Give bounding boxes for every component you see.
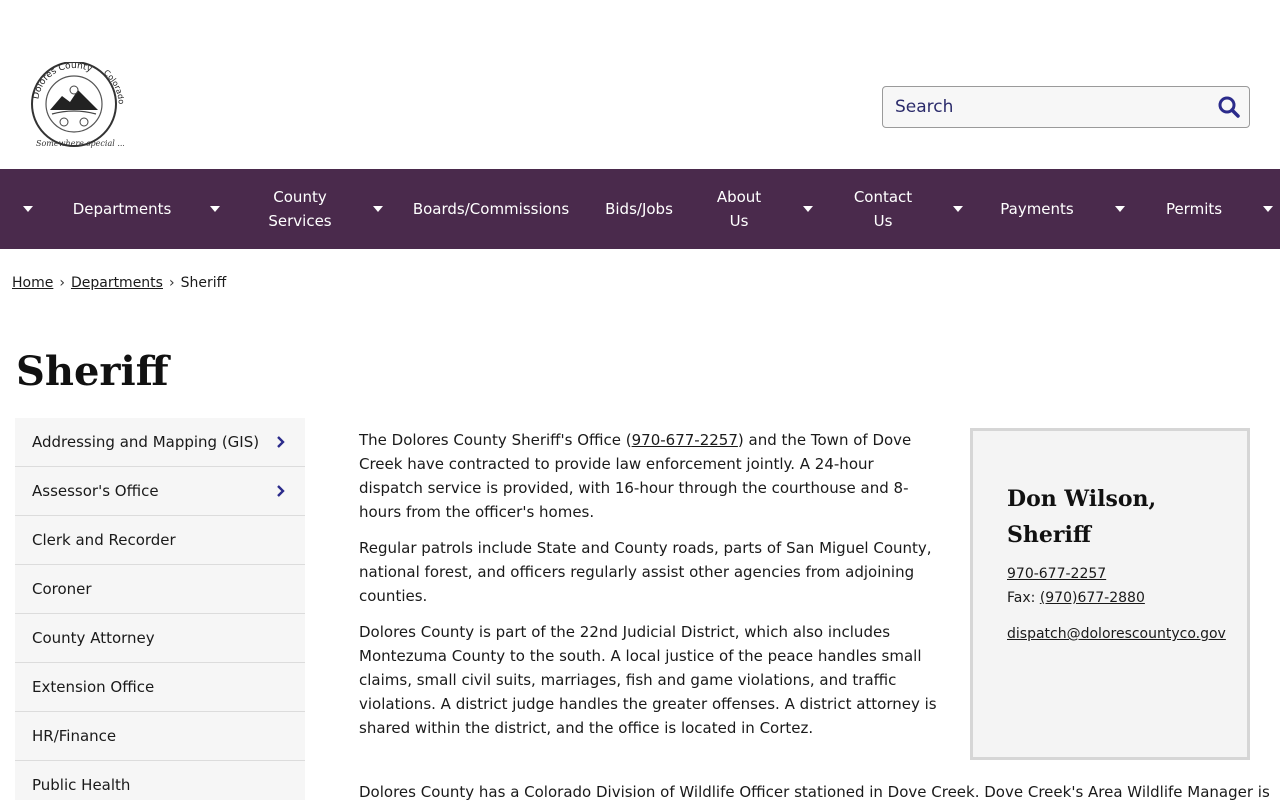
breadcrumb-separator: ›	[59, 275, 65, 291]
search-box	[882, 86, 1250, 128]
chevron-right-icon[interactable]	[275, 436, 287, 448]
nav-item-permits[interactable]: Permits	[1158, 169, 1230, 249]
sidebar-item-label: Extension Office	[32, 678, 155, 696]
content-paragraph: Dolores County is part of the 22nd Judic…	[359, 623, 937, 737]
sidebar-item-hr-finance[interactable]: HR/Finance	[15, 712, 305, 761]
contact-phone-link[interactable]: 970-677-2257	[1007, 566, 1106, 582]
nav-dropdown-arrow-icon[interactable]	[18, 169, 38, 249]
fax-label: Fax:	[1007, 590, 1040, 606]
paragraph-text: The Dolores County Sheriff's Office (	[359, 431, 632, 449]
sheriff-phone-link[interactable]: 970-677-2257	[632, 431, 738, 449]
sidebar-item-extension-office[interactable]: Extension Office	[15, 663, 305, 712]
page-title: Sheriff	[16, 348, 169, 395]
nav-dropdown-arrow-icon[interactable]	[798, 169, 818, 249]
sidebar-item-assessors-office[interactable]: Assessor's Office	[15, 467, 305, 516]
nav-item-boards-commissions[interactable]: Boards/Commissions	[410, 169, 572, 249]
nav-item-contact-us[interactable]: Contact Us	[846, 169, 920, 249]
search-input[interactable]	[883, 87, 1203, 127]
breadcrumb-departments[interactable]: Departments	[71, 275, 163, 291]
sidebar-item-label: Coroner	[32, 580, 92, 598]
sidebar-item-addressing-mapping[interactable]: Addressing and Mapping (GIS)	[15, 418, 305, 467]
sidebar-item-county-attorney[interactable]: County Attorney	[15, 614, 305, 663]
nav-dropdown-arrow-icon[interactable]	[368, 169, 388, 249]
search-button[interactable]	[1217, 95, 1241, 119]
sidebar-item-label: Addressing and Mapping (GIS)	[32, 433, 260, 451]
county-logo[interactable]: Dolores County Colorado Somewhere specia…	[28, 61, 126, 150]
sidebar-item-label: HR/Finance	[32, 727, 117, 745]
main-content: The Dolores County Sheriff's Office (970…	[359, 428, 939, 752]
county-seal-icon: Dolores County Colorado Somewhere specia…	[31, 61, 126, 148]
breadcrumb: Home › Departments › Sheriff	[12, 275, 226, 291]
sidebar-item-clerk-recorder[interactable]: Clerk and Recorder	[15, 516, 305, 565]
nav-dropdown-arrow-icon[interactable]	[205, 169, 225, 249]
content-paragraph: Dolores County has a Colorado Division o…	[359, 783, 1270, 800]
search-icon	[1218, 96, 1240, 118]
nav-dropdown-arrow-icon[interactable]	[1110, 169, 1130, 249]
chevron-right-icon[interactable]	[275, 485, 287, 497]
breadcrumb-current: Sheriff	[180, 275, 227, 291]
nav-dropdown-arrow-icon[interactable]	[1258, 169, 1278, 249]
sidebar-nav: Addressing and Mapping (GIS) Assessor's …	[15, 418, 305, 800]
sidebar-item-label: County Attorney	[32, 629, 155, 647]
sidebar-item-label: Public Health	[32, 776, 131, 794]
breadcrumb-home[interactable]: Home	[12, 275, 53, 291]
logo-tagline: Somewhere special ...	[36, 139, 124, 148]
contact-fax-link[interactable]: (970)677-2880	[1040, 590, 1145, 606]
site-header: Dolores County Colorado Somewhere specia…	[0, 0, 1280, 169]
nav-item-about-us[interactable]: About Us	[709, 169, 769, 249]
sidebar-item-public-health[interactable]: Public Health	[15, 761, 305, 800]
nav-item-payments[interactable]: Payments	[990, 169, 1084, 249]
nav-item-bids-jobs[interactable]: Bids/Jobs	[594, 169, 684, 249]
breadcrumb-separator: ›	[168, 275, 175, 291]
contact-fax-line: Fax: (970)677-2880	[1007, 590, 1145, 606]
main-nav: Departments County Services Boards/Commi…	[0, 169, 1280, 249]
sidebar-item-label: Assessor's Office	[32, 482, 159, 500]
contact-name: Don Wilson, Sheriff	[1007, 486, 1157, 548]
contact-phone-line: 970-677-2257	[1007, 566, 1106, 582]
nav-item-departments[interactable]: Departments	[62, 169, 182, 249]
nav-dropdown-arrow-icon[interactable]	[948, 169, 968, 249]
contact-card: Don Wilson, Sheriff 970-677-2257 Fax: (9…	[970, 428, 1250, 760]
contact-email-line: dispatch@dolorescountyco.gov	[1007, 626, 1226, 642]
content-paragraph: The Dolores County Sheriff's Office (970…	[359, 428, 939, 524]
sidebar-item-coroner[interactable]: Coroner	[15, 565, 305, 614]
content-paragraph: Regular patrols include State and County…	[359, 539, 932, 605]
contact-email-link[interactable]: dispatch@dolorescountyco.gov	[1007, 626, 1226, 642]
nav-item-county-services[interactable]: County Services	[250, 169, 350, 249]
sidebar-item-label: Clerk and Recorder	[32, 531, 176, 549]
